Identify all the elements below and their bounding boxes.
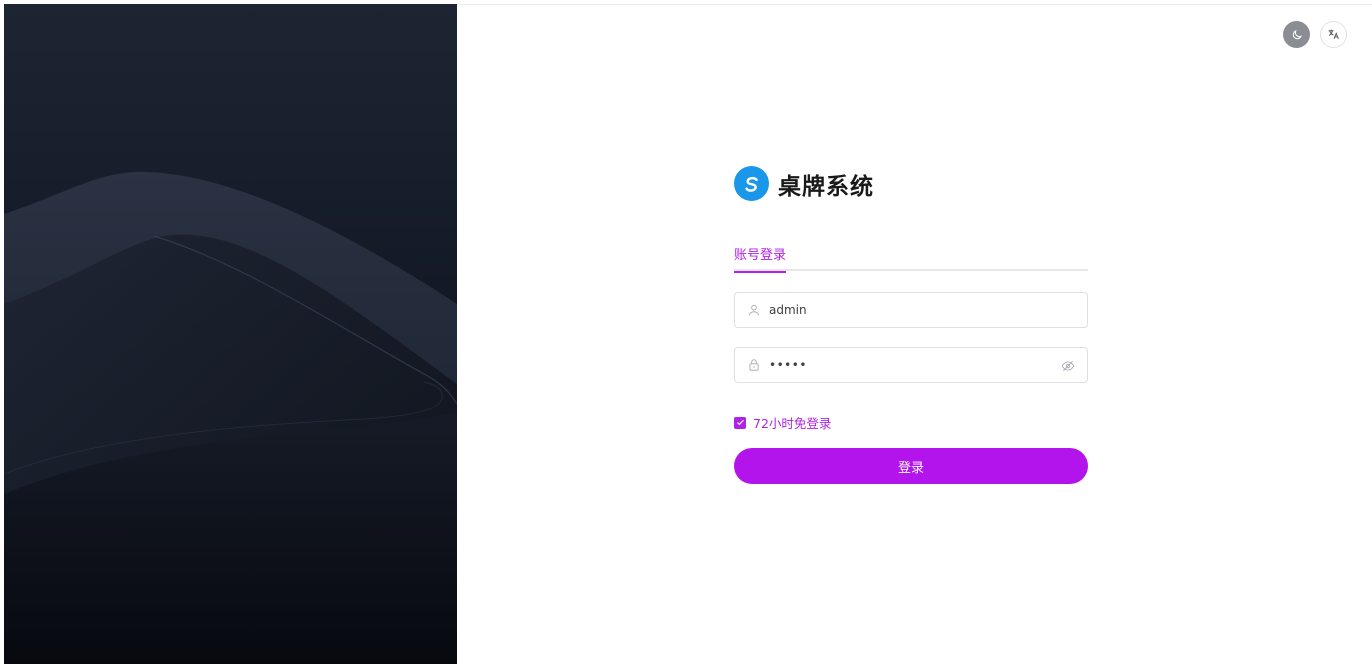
remember-me[interactable]: 72小时免登录	[734, 413, 831, 432]
checkmark-icon	[736, 419, 744, 426]
brand-header: 桌牌系统	[734, 166, 874, 201]
app-title: 桌牌系统	[778, 173, 874, 200]
lock-icon	[747, 358, 761, 372]
username-input[interactable]: admin	[734, 292, 1088, 328]
login-page: 桌牌系统 账号登录 admin ••••• 72小时免登录 登录	[0, 0, 1372, 664]
user-icon	[747, 303, 761, 317]
translate-icon	[1327, 28, 1340, 41]
top-border	[457, 4, 1372, 5]
remember-label: 72小时免登录	[753, 416, 832, 431]
app-logo-icon	[734, 166, 769, 201]
tabs-divider	[734, 269, 1088, 271]
theme-toggle-button[interactable]	[1283, 21, 1310, 48]
tab-account-login[interactable]: 账号登录	[734, 244, 787, 273]
password-input[interactable]: •••••	[734, 347, 1088, 383]
moon-icon	[1291, 29, 1303, 41]
login-button[interactable]: 登录	[734, 448, 1088, 484]
desert-dunes-illustration	[4, 171, 457, 664]
password-value: •••••	[769, 358, 807, 372]
hero-wallpaper	[4, 4, 457, 664]
eye-off-icon[interactable]	[1061, 359, 1075, 373]
login-tabs: 账号登录	[734, 244, 1088, 273]
remember-checkbox[interactable]	[734, 416, 746, 429]
language-button[interactable]	[1320, 21, 1347, 48]
username-value: admin	[769, 303, 807, 317]
